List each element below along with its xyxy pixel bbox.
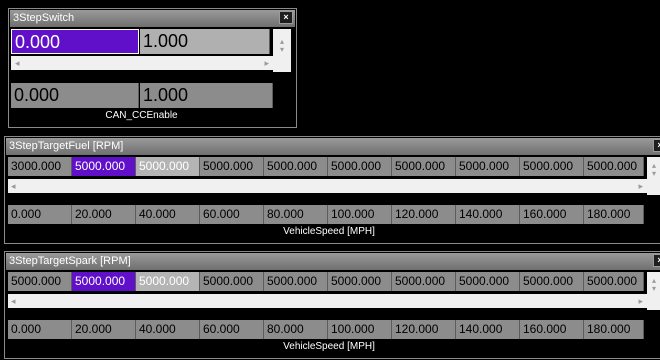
- scroll-left-icon[interactable]: ◂: [11, 294, 16, 308]
- close-icon[interactable]: ×: [653, 254, 660, 267]
- table-cell[interactable]: 0.000: [11, 29, 139, 54]
- axis-cell[interactable]: 180.000: [584, 320, 644, 339]
- axis-cell[interactable]: 120.000: [392, 205, 456, 224]
- spark-panel-title: 3StepTargetSpark [RPM]: [9, 255, 131, 267]
- table-cell[interactable]: 5000.000: [520, 157, 584, 176]
- fuel-panel-titlebar[interactable]: 3StepTargetFuel [RPM]: [6, 138, 660, 155]
- table-cell[interactable]: 5000.000: [520, 272, 584, 291]
- vertical-scrollbar[interactable]: ▴ ▾: [647, 272, 660, 310]
- scroll-down-icon[interactable]: ▾: [647, 169, 660, 178]
- close-icon[interactable]: ×: [279, 11, 293, 24]
- table-cell[interactable]: 5000.000: [136, 157, 200, 176]
- table-cell[interactable]: 5000.000: [136, 272, 200, 291]
- axis-cell[interactable]: 180.000: [584, 205, 644, 224]
- axis-cell[interactable]: 60.000: [200, 320, 264, 339]
- scroll-down-icon[interactable]: ▾: [647, 284, 660, 293]
- table-cell[interactable]: 5000.000: [584, 157, 644, 176]
- axis-label: VehicleSpeed [MPH]: [283, 341, 375, 352]
- axis-cell[interactable]: 160.000: [520, 320, 584, 339]
- axis-cell[interactable]: 120.000: [392, 320, 456, 339]
- horizontal-scrollbar[interactable]: ◂ ▸: [8, 294, 647, 308]
- table-cell[interactable]: 3000.000: [8, 157, 72, 176]
- table-cell[interactable]: 5000.000: [264, 157, 328, 176]
- scroll-left-icon[interactable]: ◂: [15, 56, 20, 70]
- table-cell[interactable]: 5000.000: [456, 272, 520, 291]
- spark-panel-titlebar[interactable]: 3StepTargetSpark [RPM]: [6, 253, 660, 270]
- vertical-scrollbar[interactable]: ▴ ▾: [647, 157, 660, 195]
- table-cell[interactable]: 5000.000: [328, 157, 392, 176]
- scroll-down-icon[interactable]: ▾: [273, 45, 291, 54]
- axis-cell[interactable]: 160.000: [520, 205, 584, 224]
- scroll-right-icon[interactable]: ▸: [638, 179, 643, 193]
- table-cell[interactable]: 5000.000: [584, 272, 644, 291]
- table-cell[interactable]: 5000.000: [200, 272, 264, 291]
- table-cell[interactable]: 5000.000: [328, 272, 392, 291]
- table-cell[interactable]: 5000.000: [392, 157, 456, 176]
- table-cell[interactable]: 5000.000: [264, 272, 328, 291]
- close-icon[interactable]: ×: [653, 139, 660, 152]
- axis-cell[interactable]: 80.000: [264, 320, 328, 339]
- table-cell[interactable]: 5000.000: [72, 157, 136, 176]
- switch-panel: 3StepSwitch × 0.000 1.000 ▴ ▾ ◂ ▸ 0.000 …: [8, 8, 297, 128]
- axis-cell[interactable]: 0.000: [11, 83, 139, 108]
- axis-cell[interactable]: 1.000: [140, 83, 273, 108]
- scroll-right-icon[interactable]: ▸: [638, 294, 643, 308]
- table-cell[interactable]: 1.000: [140, 29, 270, 54]
- axis-cell[interactable]: 40.000: [136, 205, 200, 224]
- axis-label: CAN_CCEnable: [105, 110, 178, 121]
- axis-cell[interactable]: 100.000: [328, 320, 392, 339]
- horizontal-scrollbar[interactable]: ◂ ▸: [8, 179, 647, 193]
- spark-panel: 3StepTargetSpark [RPM] × 5000.000 5000.00…: [4, 251, 660, 359]
- table-cell[interactable]: 5000.000: [200, 157, 264, 176]
- table-cell[interactable]: 5000.000: [8, 272, 72, 291]
- switch-panel-title: 3StepSwitch: [13, 12, 75, 24]
- axis-cell[interactable]: 80.000: [264, 205, 328, 224]
- table-cell[interactable]: 5000.000: [72, 272, 136, 291]
- vertical-scrollbar[interactable]: ▴ ▾: [273, 29, 291, 72]
- axis-cell[interactable]: 100.000: [328, 205, 392, 224]
- axis-cell[interactable]: 0.000: [8, 320, 72, 339]
- axis-label: VehicleSpeed [MPH]: [283, 226, 375, 237]
- axis-cell[interactable]: 40.000: [136, 320, 200, 339]
- axis-cell[interactable]: 20.000: [72, 205, 136, 224]
- axis-cell[interactable]: 140.000: [456, 320, 520, 339]
- axis-cell[interactable]: 60.000: [200, 205, 264, 224]
- table-cell[interactable]: 5000.000: [392, 272, 456, 291]
- switch-panel-titlebar[interactable]: 3StepSwitch: [10, 10, 295, 27]
- axis-cell[interactable]: 0.000: [8, 205, 72, 224]
- horizontal-scrollbar[interactable]: ◂ ▸: [11, 56, 273, 70]
- scroll-left-icon[interactable]: ◂: [11, 179, 16, 193]
- fuel-panel-title: 3StepTargetFuel [RPM]: [9, 140, 124, 152]
- axis-cell[interactable]: 140.000: [456, 205, 520, 224]
- table-cell[interactable]: 5000.000: [456, 157, 520, 176]
- fuel-panel: 3StepTargetFuel [RPM] × 3000.000 5000.000…: [4, 136, 660, 244]
- scroll-right-icon[interactable]: ▸: [264, 56, 269, 70]
- axis-cell[interactable]: 20.000: [72, 320, 136, 339]
